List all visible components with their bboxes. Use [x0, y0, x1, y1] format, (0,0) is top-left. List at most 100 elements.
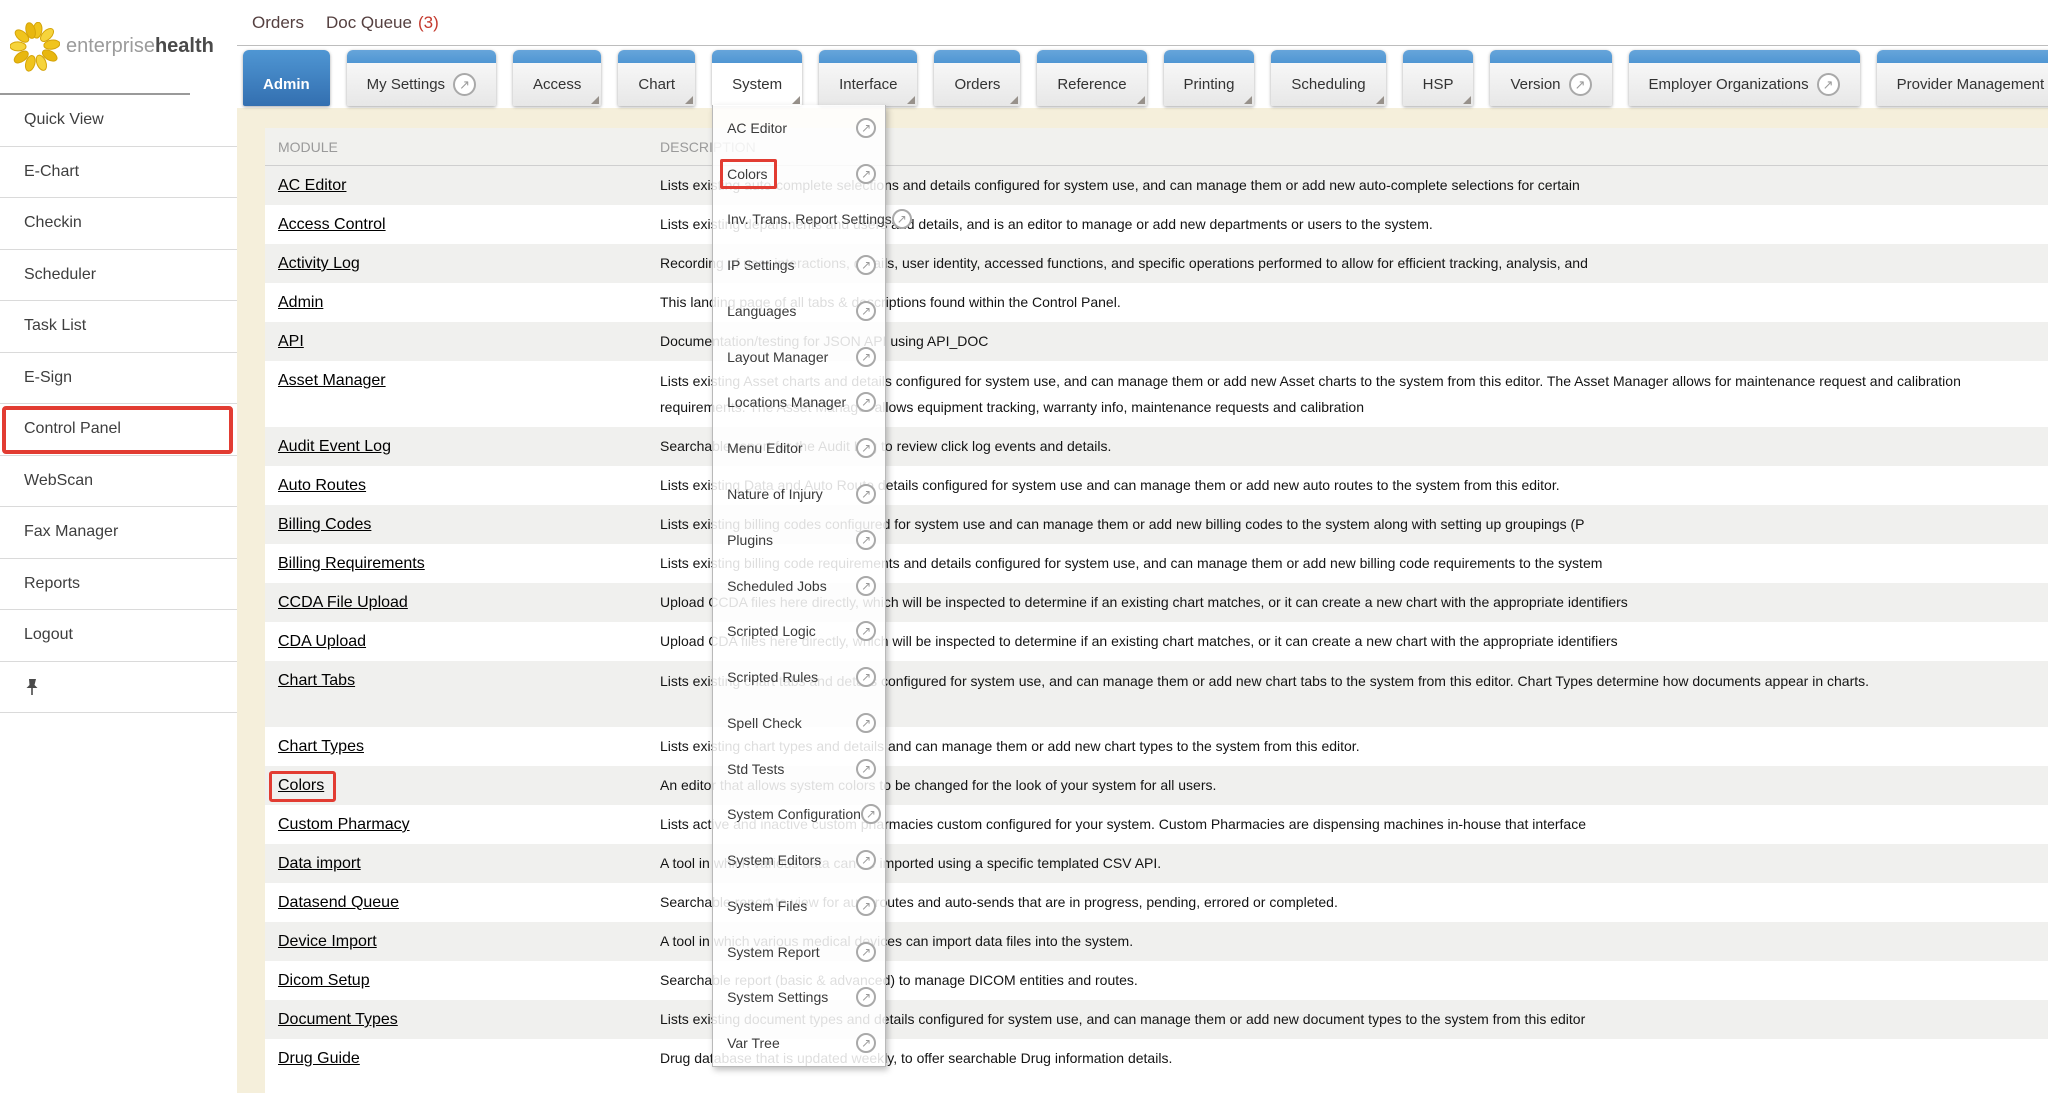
external-link-icon[interactable]: ↗ [856, 301, 876, 321]
external-link-icon[interactable]: ↗ [856, 896, 876, 916]
tab-hsp[interactable]: HSP ↗ [1403, 50, 1474, 106]
module-link[interactable]: Activity Log [278, 244, 360, 283]
module-link[interactable]: API [278, 322, 304, 361]
table-row: Device Import A tool in which various me… [265, 922, 2048, 961]
module-link[interactable]: Chart Types [278, 727, 364, 766]
system-menu-item[interactable]: System Settings ↗ [713, 975, 885, 1021]
module-link[interactable]: CDA Upload [278, 622, 366, 661]
system-menu-item[interactable]: Locations Manager ↗ [713, 380, 885, 426]
external-link-icon[interactable]: ↗ [453, 73, 476, 96]
module-link[interactable]: Auto Routes [278, 466, 366, 505]
sidebar-item[interactable]: Reports [0, 559, 237, 611]
module-link[interactable]: Audit Event Log [278, 427, 391, 466]
module-link[interactable]: Access Control [278, 205, 386, 244]
tab-access[interactable]: Access ↗ [513, 50, 601, 106]
system-menu-item[interactable]: Spell Check ↗ [713, 700, 885, 746]
external-link-icon[interactable]: ↗ [856, 987, 876, 1007]
doc-queue-count-badge: (3) [418, 13, 439, 33]
sidebar-item[interactable]: E-Chart [0, 147, 237, 199]
external-link-icon[interactable]: ↗ [856, 1033, 876, 1053]
sidebar-item[interactable]: Control Panel [0, 404, 237, 456]
tab-system[interactable]: System ↗ [712, 50, 802, 106]
module-link[interactable]: AC Editor [278, 166, 346, 205]
system-menu: AC Editor ↗ Colors ↗ Inv. Trans. Report … [712, 105, 886, 1067]
sidebar-item[interactable]: Logout [0, 610, 237, 662]
sidebar-item[interactable]: Quick View [0, 95, 237, 147]
external-link-icon[interactable]: ↗ [1569, 73, 1592, 96]
tab-employer-organizations[interactable]: Employer Organizations ↗ [1629, 50, 1860, 106]
module-link[interactable]: Dicom Setup [278, 961, 370, 1000]
sidebar-item[interactable]: Checkin [0, 198, 237, 250]
external-link-icon[interactable]: ↗ [856, 484, 876, 504]
module-link[interactable]: Datasend Queue [278, 883, 399, 922]
tab-interface[interactable]: Interface ↗ [819, 50, 917, 106]
system-menu-item[interactable]: Scripted Rules ↗ [713, 654, 885, 700]
sidebar-pin-toggle[interactable] [0, 662, 237, 714]
system-menu-item[interactable]: System Configuration ↗ [713, 791, 885, 837]
external-link-icon[interactable]: ↗ [856, 438, 876, 458]
module-link[interactable]: Billing Codes [278, 505, 371, 544]
system-menu-item[interactable]: Plugins ↗ [713, 517, 885, 563]
external-link-icon[interactable]: ↗ [856, 118, 876, 138]
external-link-icon[interactable]: ↗ [856, 164, 876, 184]
external-link-icon[interactable]: ↗ [861, 804, 881, 824]
external-link-icon[interactable]: ↗ [856, 530, 876, 550]
module-link[interactable]: Admin [278, 283, 323, 322]
system-menu-item[interactable]: Colors ↗ [713, 151, 885, 197]
module-link[interactable]: Device Import [278, 922, 377, 961]
sidebar-item-label: Logout [24, 626, 73, 644]
external-link-icon[interactable]: ↗ [856, 621, 876, 641]
external-link-icon[interactable]: ↗ [856, 713, 876, 733]
external-link-icon[interactable]: ↗ [1817, 73, 1840, 96]
system-menu-item[interactable]: Var Tree ↗ [713, 1020, 885, 1066]
system-menu-item[interactable]: Scripted Logic ↗ [713, 608, 885, 654]
module-link[interactable]: CCDA File Upload [278, 583, 408, 622]
module-link[interactable]: Chart Tabs [278, 661, 355, 700]
module-link[interactable]: Data import [278, 844, 361, 883]
sidebar-item[interactable]: WebScan [0, 456, 237, 508]
sidebar-item[interactable]: Fax Manager [0, 507, 237, 559]
external-link-icon[interactable]: ↗ [856, 850, 876, 870]
system-menu-item[interactable]: Layout Manager ↗ [713, 334, 885, 380]
tab-provider-management[interactable]: Provider Management ↗ [1877, 50, 2048, 106]
breadcrumb-orders[interactable]: Orders [252, 13, 304, 33]
system-menu-item[interactable]: System Report ↗ [713, 929, 885, 975]
tab-orders[interactable]: Orders ↗ [934, 50, 1020, 106]
module-link[interactable]: Asset Manager [278, 361, 386, 400]
system-menu-item[interactable]: Scheduled Jobs ↗ [713, 563, 885, 609]
system-menu-item[interactable]: Std Tests ↗ [713, 746, 885, 792]
system-menu-item[interactable]: Nature of Injury ↗ [713, 471, 885, 517]
external-link-icon[interactable]: ↗ [856, 667, 876, 687]
system-menu-item[interactable]: AC Editor ↗ [713, 105, 885, 151]
system-menu-item[interactable]: Menu Editor ↗ [713, 425, 885, 471]
sidebar-item[interactable]: E-Sign [0, 353, 237, 405]
system-menu-item[interactable]: System Files ↗ [713, 883, 885, 929]
module-link[interactable]: Colors [278, 766, 324, 805]
tab-version[interactable]: Version ↗ [1490, 50, 1611, 106]
sidebar-item[interactable]: Task List [0, 301, 237, 353]
module-link[interactable]: Billing Requirements [278, 544, 425, 583]
system-menu-item[interactable]: IP Settings ↗ [713, 242, 885, 288]
external-link-icon[interactable]: ↗ [856, 347, 876, 367]
module-link[interactable]: Document Types [278, 1000, 398, 1039]
external-link-icon[interactable]: ↗ [856, 942, 876, 962]
system-menu-item[interactable]: Inv. Trans. Report Settings ↗ [713, 197, 885, 243]
system-menu-item[interactable]: System Editors ↗ [713, 837, 885, 883]
external-link-icon[interactable]: ↗ [856, 759, 876, 779]
tab-reference[interactable]: Reference ↗ [1037, 50, 1146, 106]
system-menu-item[interactable]: Languages ↗ [713, 288, 885, 334]
tab-chart[interactable]: Chart ↗ [618, 50, 695, 106]
breadcrumb-bar: Orders Doc Queue (3) [190, 0, 2048, 46]
tab-scheduling[interactable]: Scheduling ↗ [1271, 50, 1385, 106]
external-link-icon[interactable]: ↗ [856, 392, 876, 412]
breadcrumb-doc-queue[interactable]: Doc Queue [326, 13, 412, 33]
sidebar-item[interactable]: Scheduler [0, 250, 237, 302]
system-menu-item-label: Inv. Trans. Report Settings [727, 211, 892, 227]
tab-admin[interactable]: Admin ↗ [243, 50, 330, 106]
external-link-icon[interactable]: ↗ [856, 255, 876, 275]
module-link[interactable]: Drug Guide [278, 1039, 360, 1078]
external-link-icon[interactable]: ↗ [856, 576, 876, 596]
tab-printing[interactable]: Printing ↗ [1164, 50, 1255, 106]
tab-my-settings[interactable]: My Settings ↗ [347, 50, 496, 106]
module-link[interactable]: Custom Pharmacy [278, 805, 410, 844]
